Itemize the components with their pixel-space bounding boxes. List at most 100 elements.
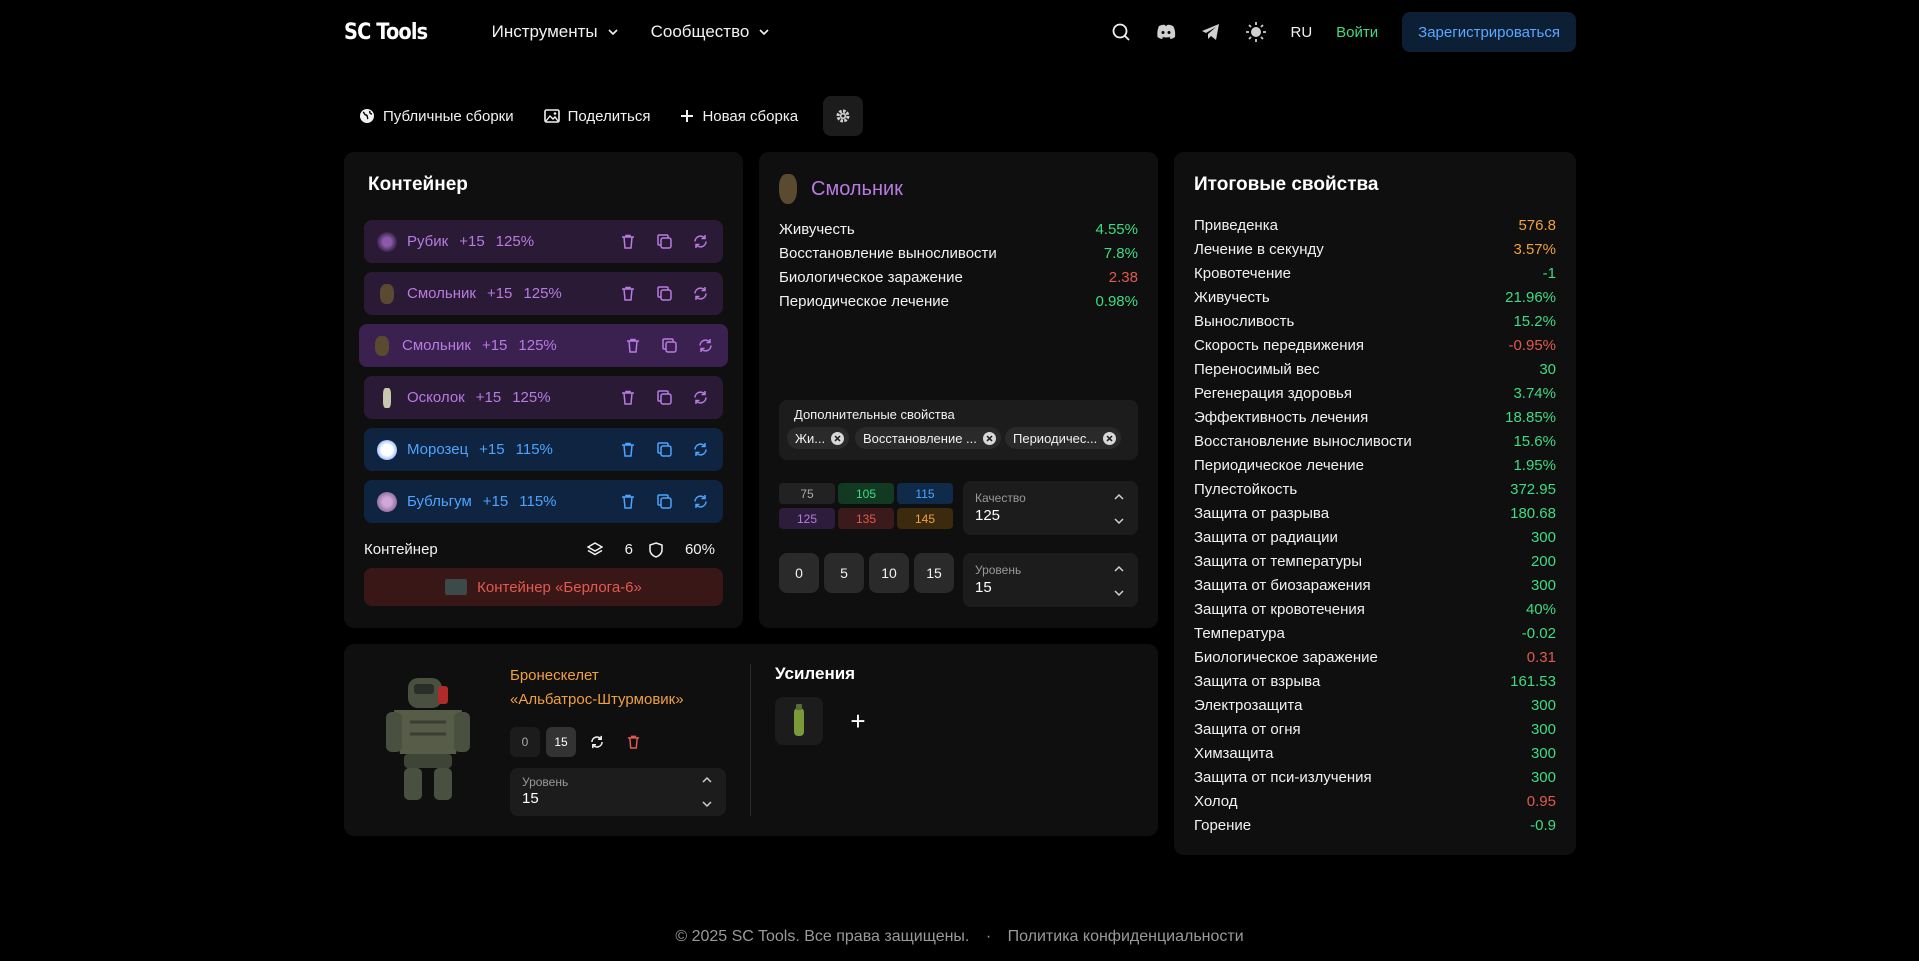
refresh-icon[interactable] [691, 389, 709, 407]
image-icon [543, 109, 560, 123]
total-property-label: Лечение в секунду [1194, 241, 1324, 258]
quality-stepper[interactable]: Качество 125 [963, 481, 1138, 535]
slot-actions [601, 389, 709, 407]
level-value: 15 [975, 579, 992, 596]
level-button[interactable]: 0 [510, 727, 540, 757]
artifact-slot[interactable]: Осколок +15 125% [364, 376, 723, 419]
trash-icon[interactable] [619, 233, 637, 251]
slot-level: +15 [479, 441, 505, 458]
search-icon[interactable] [1110, 21, 1132, 43]
total-property-row: Защита от разрыва 180.68 [1194, 505, 1556, 522]
add-boost-button[interactable]: + [841, 704, 875, 738]
trash-icon[interactable] [619, 441, 637, 459]
plus-icon [681, 110, 694, 122]
telegram-icon[interactable] [1200, 21, 1222, 43]
share-button[interactable]: Поделиться [529, 96, 666, 136]
copy-icon[interactable] [660, 337, 678, 355]
quality-button[interactable]: 125 [779, 508, 835, 529]
close-icon[interactable] [831, 431, 845, 445]
trash-icon[interactable] [619, 285, 637, 303]
new-build-button[interactable]: Новая сборка [665, 96, 813, 136]
total-property-row: Электрозащита 300 [1194, 697, 1556, 714]
artifact-slot[interactable]: Бубльгум +15 115% [364, 480, 723, 523]
refresh-icon[interactable] [691, 233, 709, 251]
public-builds-button[interactable]: Публичные сборки [344, 96, 529, 136]
slot-level: +15 [481, 337, 508, 354]
copy-icon[interactable] [655, 285, 673, 303]
total-property-label: Защита от огня [1194, 721, 1301, 738]
level-stepper[interactable]: Уровень 15 [963, 553, 1138, 607]
slot-actions [601, 285, 709, 303]
armor-name[interactable]: Бронескелет «Альбатрос-Штурмовик» [510, 664, 710, 712]
boost-slot[interactable] [775, 697, 823, 745]
register-button[interactable]: Зарегистрироваться [1402, 12, 1576, 52]
slot-name: Осколок [407, 389, 465, 406]
close-icon[interactable] [982, 431, 996, 445]
total-property-value: 300 [1530, 529, 1556, 546]
copy-icon[interactable] [655, 493, 673, 511]
refresh-icon[interactable] [691, 493, 709, 511]
refresh-icon[interactable] [582, 727, 612, 757]
stepper-arrows-icon[interactable] [1114, 565, 1124, 597]
artifact-slot-selected[interactable]: Смольник +15 125% [359, 324, 728, 367]
extra-property-chip[interactable]: Жи... [787, 427, 850, 449]
settings-button[interactable] [823, 96, 864, 136]
total-property-row: Защита от пси-излучения 300 [1194, 769, 1556, 786]
copy-icon[interactable] [655, 441, 673, 459]
level-button[interactable]: 15 [914, 553, 954, 593]
slot-name: Морозец [407, 441, 469, 458]
refresh-icon[interactable] [696, 337, 714, 355]
refresh-icon[interactable] [691, 285, 709, 303]
refresh-icon[interactable] [691, 441, 709, 459]
stepper-arrows-icon[interactable] [702, 776, 712, 808]
level-button[interactable]: 0 [779, 553, 819, 593]
new-build-label: Новая сборка [702, 107, 799, 125]
level-button[interactable]: 10 [869, 553, 909, 593]
trash-icon[interactable] [624, 337, 642, 355]
level-button[interactable]: 15 [546, 727, 576, 757]
total-property-row: Температура -0.02 [1194, 625, 1556, 642]
nav-tools[interactable]: Инструменты [492, 22, 620, 42]
sun-icon[interactable] [1245, 21, 1267, 43]
chevron-down-icon [608, 29, 618, 36]
container-panel: Контейнер Рубик +15 125% Смольник +15 12… [344, 152, 743, 628]
logo[interactable]: SC Tools [344, 20, 428, 45]
armor-level-stepper[interactable]: Уровень 15 [510, 768, 726, 816]
total-property-value: 300 [1530, 745, 1556, 762]
quality-button[interactable]: 105 [838, 483, 894, 504]
language-switch[interactable]: RU [1291, 24, 1313, 41]
artifact-slot[interactable]: Смольник +15 125% [364, 272, 723, 315]
total-property-row: Защита от радиации 300 [1194, 529, 1556, 546]
level-button[interactable]: 5 [824, 553, 864, 593]
total-property-row: Кровотечение -1 [1194, 265, 1556, 282]
total-property-row: Эффективность лечения 18.85% [1194, 409, 1556, 426]
copy-icon[interactable] [655, 233, 673, 251]
quality-button[interactable]: 115 [897, 483, 953, 504]
nav-community[interactable]: Сообщество [651, 22, 772, 42]
stepper-arrows-icon[interactable] [1114, 493, 1124, 525]
container-protection: 60% [649, 541, 715, 558]
quality-button[interactable]: 135 [838, 508, 894, 529]
discord-icon[interactable] [1155, 21, 1177, 43]
bublgum-icon [377, 491, 397, 512]
trash-icon[interactable] [618, 727, 648, 757]
header-actions: RU Войти Зарегистрироваться [1087, 12, 1576, 52]
slot-quality: 125% [512, 389, 551, 406]
trash-icon[interactable] [619, 389, 637, 407]
artifact-slot[interactable]: Морозец +15 115% [364, 428, 723, 471]
artifact-slot[interactable]: Рубик +15 125% [364, 220, 723, 263]
quality-button[interactable]: 75 [779, 483, 835, 504]
login-link[interactable]: Войти [1336, 24, 1378, 41]
extra-property-chip[interactable]: Периодичес... [1005, 427, 1122, 449]
quality-button[interactable]: 145 [897, 508, 953, 529]
divider [750, 664, 751, 816]
extra-property-chip[interactable]: Восстановление ... [855, 427, 1001, 449]
privacy-link[interactable]: Политика конфиденциальности [1008, 928, 1244, 945]
total-property-label: Электрозащита [1194, 697, 1303, 714]
property-label: Восстановление выносливости [779, 245, 997, 262]
total-property-label: Холод [1194, 793, 1238, 810]
trash-icon[interactable] [619, 493, 637, 511]
container-item-button[interactable]: Контейнер «Берлога-6» [364, 568, 723, 606]
close-icon[interactable] [1103, 431, 1117, 445]
copy-icon[interactable] [655, 389, 673, 407]
